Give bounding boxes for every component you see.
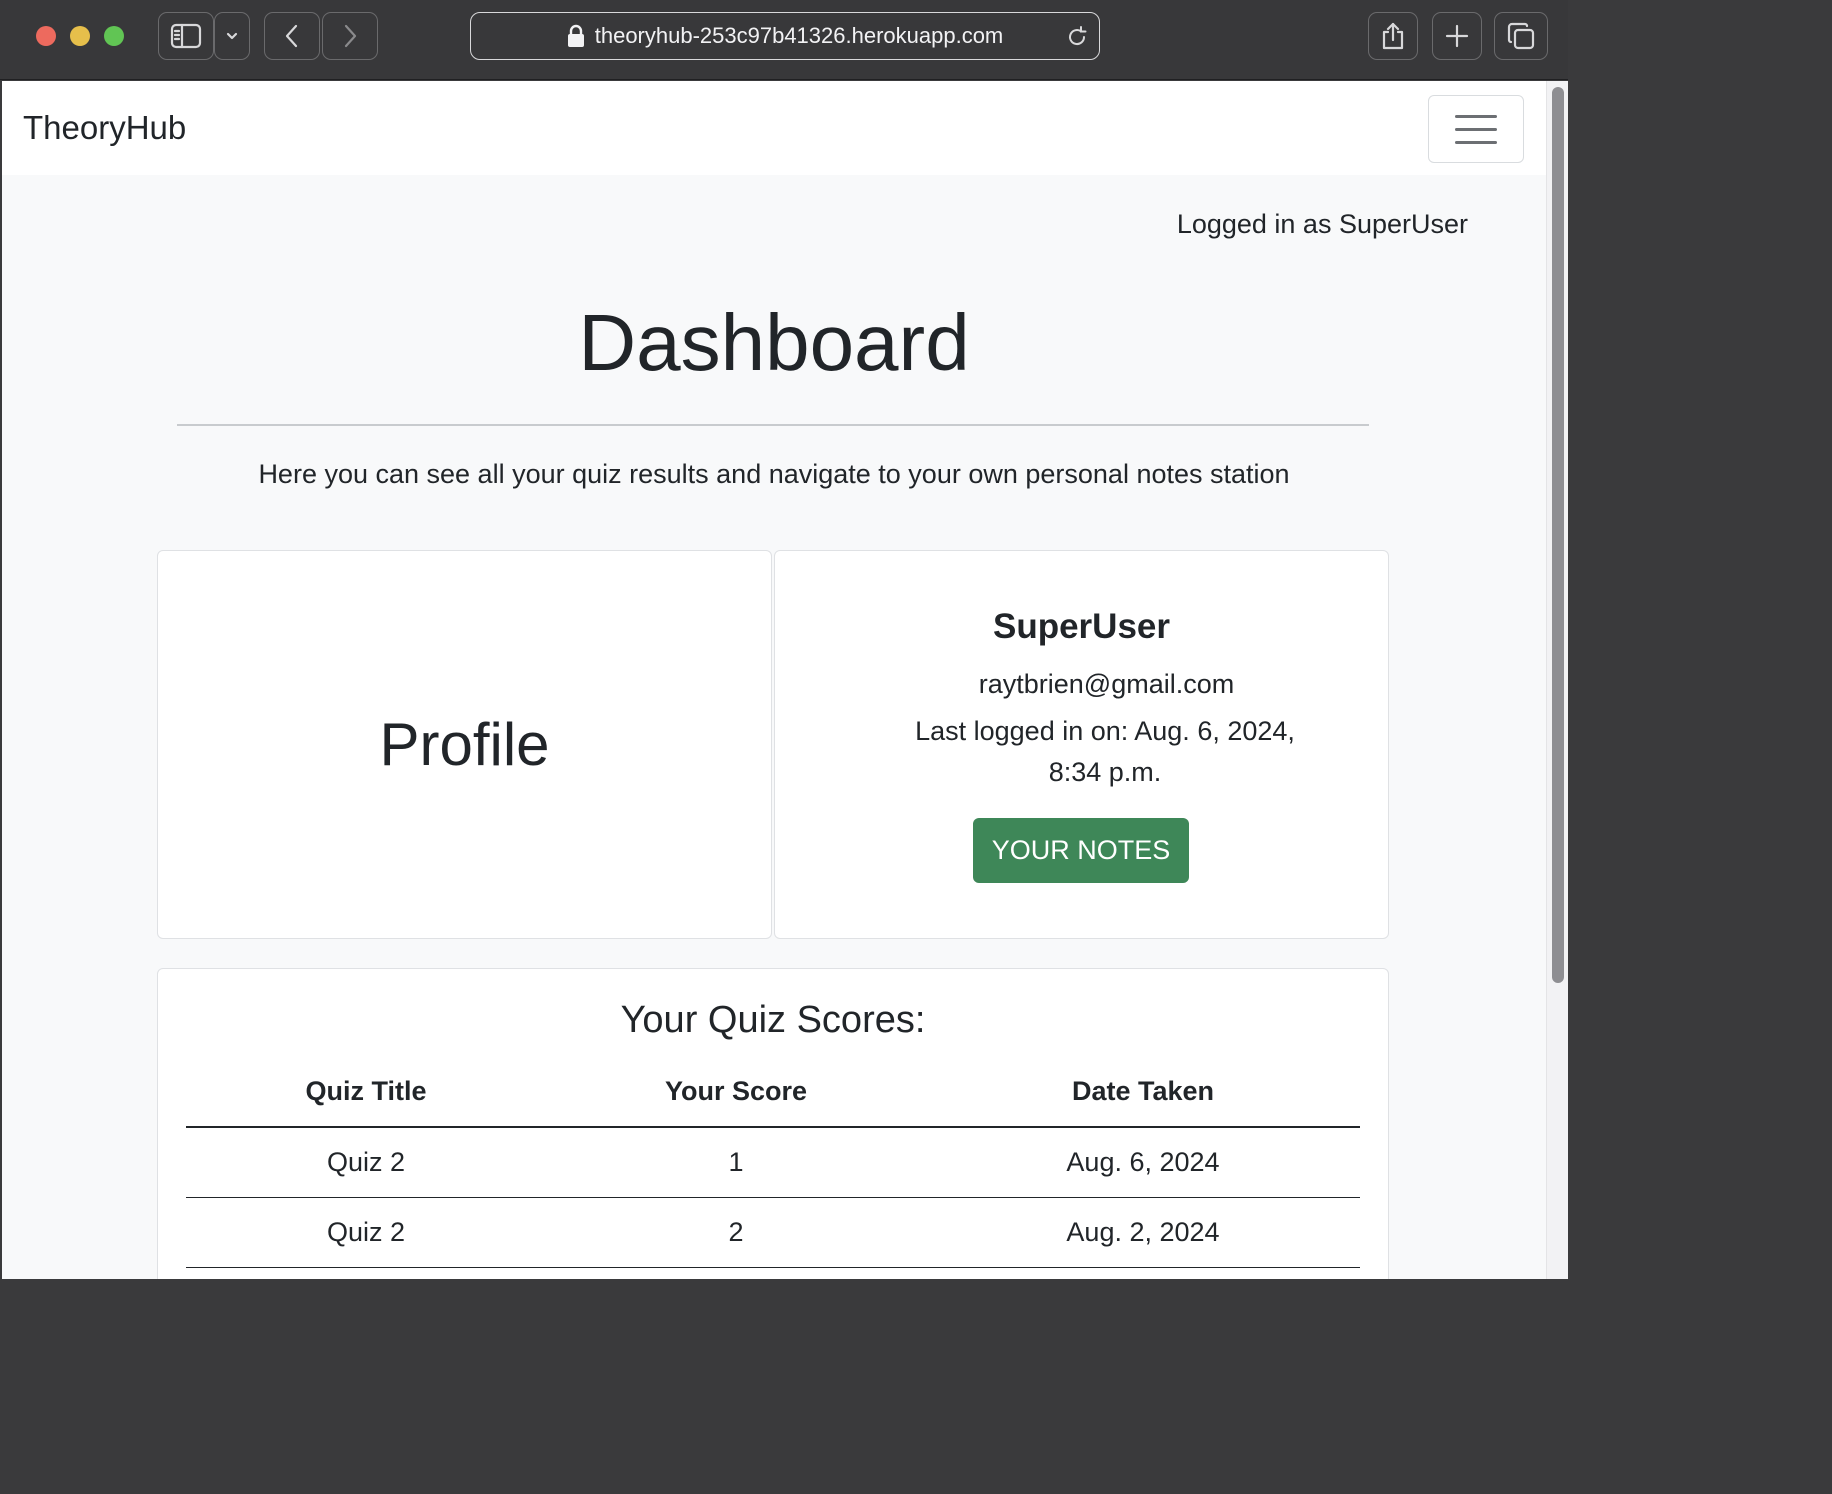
- table-header-row: Quiz Title Your Score Date Taken: [186, 1057, 1360, 1128]
- zoom-window-button[interactable]: [104, 26, 124, 46]
- username: SuperUser: [992, 607, 1171, 646]
- page-description: Here you can see all your quiz results a…: [258, 459, 1290, 489]
- column-header-date-taken: Date Taken: [926, 1057, 1360, 1128]
- lock-icon: [567, 24, 585, 48]
- quiz-scores-card: Your Quiz Scores: Quiz Title Your Score …: [157, 968, 1389, 1279]
- navbar-toggler-button[interactable]: [1428, 95, 1524, 163]
- scrollbar-thumb[interactable]: [1552, 87, 1564, 983]
- tab-overview-button[interactable]: [1494, 12, 1548, 60]
- back-button[interactable]: [264, 12, 320, 60]
- profile-card: Profile: [157, 550, 772, 939]
- close-window-button[interactable]: [36, 26, 56, 46]
- page-viewport: TheoryHub Logged in as SuperUser Dashboa…: [2, 81, 1568, 1279]
- forward-button[interactable]: [322, 12, 378, 60]
- your-notes-button[interactable]: YOUR NOTES: [973, 818, 1189, 883]
- date-cell: Aug. 6, 2024: [926, 1127, 1360, 1198]
- user-email: raytbrien@gmail.com: [978, 669, 1235, 699]
- share-icon: [1382, 22, 1404, 50]
- new-tab-button[interactable]: [1432, 12, 1482, 60]
- minimize-window-button[interactable]: [70, 26, 90, 46]
- brand-link[interactable]: TheoryHub: [23, 109, 186, 147]
- table-row: Quiz 2 1 Aug. 6, 2024: [186, 1127, 1360, 1198]
- title-divider: [177, 424, 1369, 426]
- logged-in-status: Logged in as SuperUser: [1176, 209, 1468, 239]
- address-bar[interactable]: theoryhub-253c97b41326.herokuapp.com: [470, 12, 1100, 60]
- hamburger-icon: [1455, 127, 1497, 131]
- site-navbar: TheoryHub: [2, 81, 1546, 175]
- profile-heading: Profile: [379, 711, 550, 778]
- score-cell: 2: [546, 1197, 926, 1268]
- date-cell: Aug. 2, 2024: [926, 1197, 1360, 1268]
- column-header-your-score: Your Score: [546, 1057, 926, 1128]
- sidebar-toggle-button[interactable]: [158, 12, 214, 60]
- plus-icon: [1445, 24, 1469, 48]
- chevron-left-icon: [285, 24, 298, 48]
- browser-toolbar: theoryhub-253c97b41326.herokuapp.com: [0, 0, 1568, 80]
- hamburger-icon: [1455, 140, 1497, 144]
- tab-group-menu-button[interactable]: [214, 12, 250, 60]
- share-button[interactable]: [1368, 12, 1418, 60]
- hamburger-icon: [1455, 114, 1497, 118]
- user-info-card: SuperUser raytbrien@gmail.com Last logge…: [774, 550, 1389, 939]
- score-cell: 1: [546, 1127, 926, 1198]
- chevron-down-icon: [226, 32, 238, 40]
- column-header-quiz-title: Quiz Title: [186, 1057, 546, 1128]
- tabs-icon: [1507, 22, 1535, 50]
- url-text: theoryhub-253c97b41326.herokuapp.com: [594, 23, 1004, 48]
- quiz-title-cell: Quiz 2: [186, 1127, 546, 1198]
- chevron-right-icon: [344, 24, 357, 48]
- last-login: Last logged in on: Aug. 6, 2024, 8:34 p.…: [915, 716, 1295, 787]
- quiz-scores-table: Quiz Title Your Score Date Taken Quiz 2 …: [186, 1057, 1360, 1268]
- page-scrollbar[interactable]: [1546, 81, 1568, 1279]
- quiz-scores-title: Your Quiz Scores:: [620, 999, 926, 1041]
- reload-icon[interactable]: [1065, 25, 1089, 55]
- quiz-title-cell: Quiz 2: [186, 1197, 546, 1268]
- sidebar-icon: [170, 23, 202, 49]
- table-row: Quiz 2 2 Aug. 2, 2024: [186, 1197, 1360, 1268]
- page-title: Dashboard: [578, 298, 970, 387]
